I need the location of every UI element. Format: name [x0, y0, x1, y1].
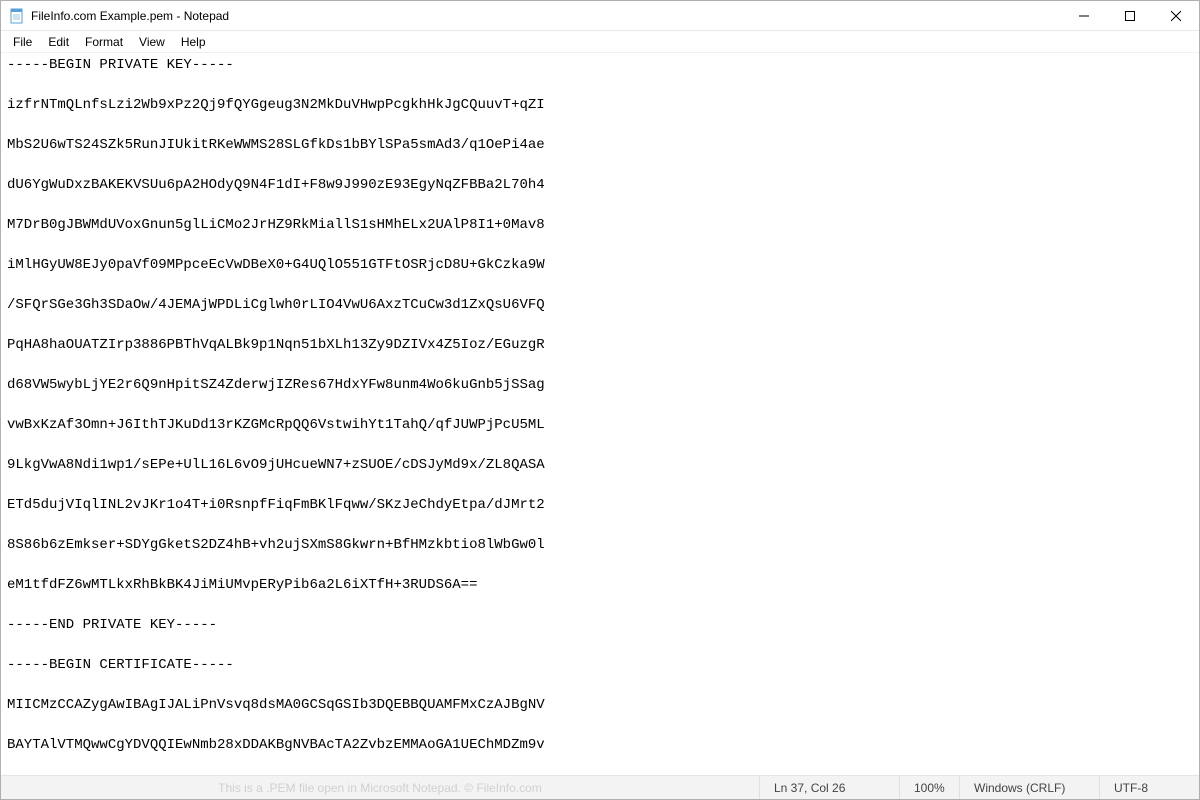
- menu-view[interactable]: View: [131, 33, 173, 51]
- notepad-icon: [9, 8, 25, 24]
- status-zoom: 100%: [899, 776, 959, 799]
- maximize-button[interactable]: [1107, 1, 1153, 30]
- window-controls: [1061, 1, 1199, 30]
- close-button[interactable]: [1153, 1, 1199, 30]
- minimize-button[interactable]: [1061, 1, 1107, 30]
- status-cursor: Ln 37, Col 26: [759, 776, 899, 799]
- titlebar: FileInfo.com Example.pem - Notepad: [1, 1, 1199, 31]
- menu-format[interactable]: Format: [77, 33, 131, 51]
- menu-help[interactable]: Help: [173, 33, 214, 51]
- menu-file[interactable]: File: [5, 33, 40, 51]
- menubar: File Edit Format View Help: [1, 31, 1199, 53]
- status-encoding: UTF-8: [1099, 776, 1199, 799]
- status-caption: This is a .PEM file open in Microsoft No…: [1, 781, 759, 795]
- status-line-ending: Windows (CRLF): [959, 776, 1099, 799]
- statusbar: This is a .PEM file open in Microsoft No…: [1, 775, 1199, 799]
- editor-wrap: -----BEGIN PRIVATE KEY----- izfrNTmQLnfs…: [1, 53, 1199, 775]
- window-title: FileInfo.com Example.pem - Notepad: [31, 9, 1061, 23]
- notepad-window: FileInfo.com Example.pem - Notepad File …: [0, 0, 1200, 800]
- text-editor[interactable]: -----BEGIN PRIVATE KEY----- izfrNTmQLnfs…: [1, 53, 1199, 775]
- menu-edit[interactable]: Edit: [40, 33, 77, 51]
